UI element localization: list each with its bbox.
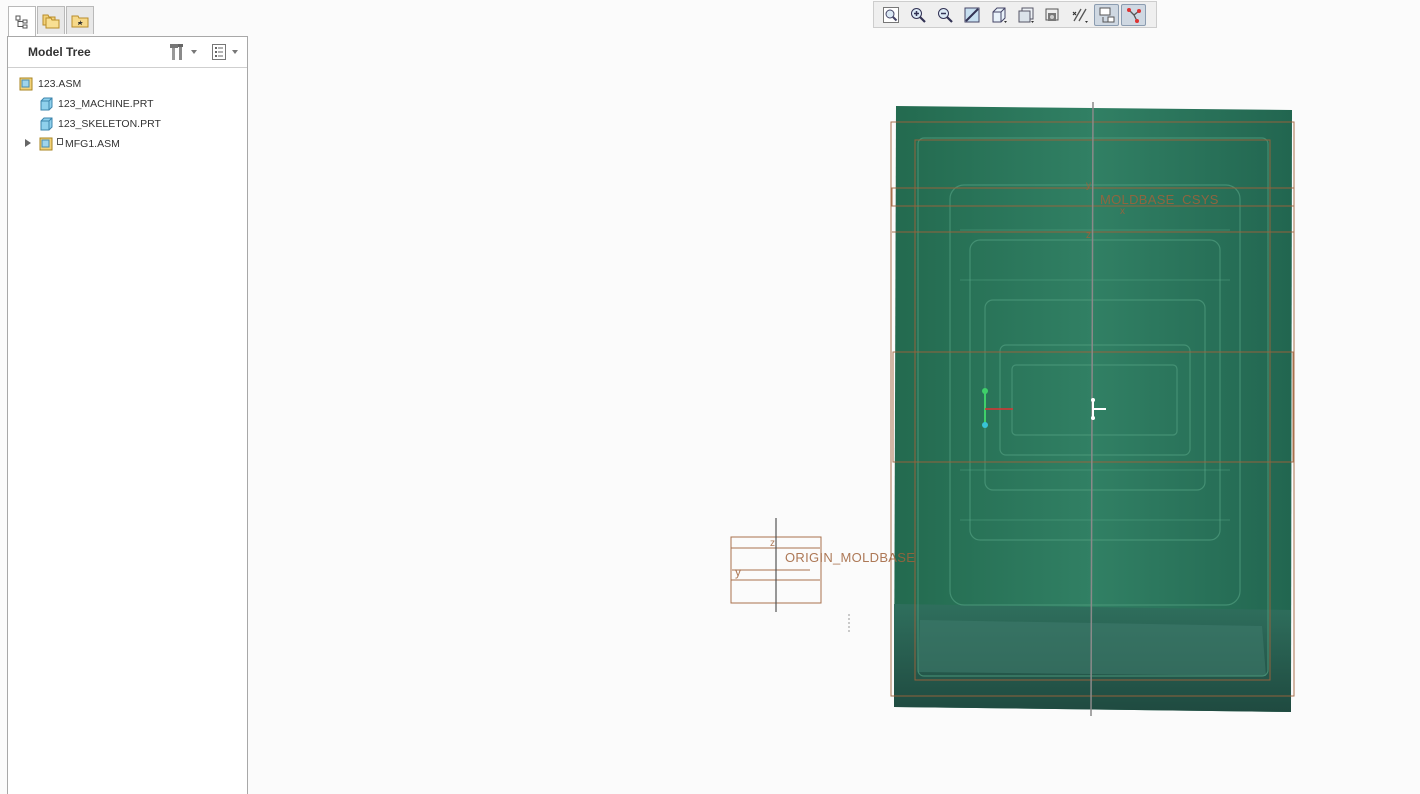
model-graphics bbox=[730, 101, 1295, 717]
repaint-icon bbox=[964, 7, 979, 22]
model-tree-header: Model Tree bbox=[8, 37, 247, 68]
assembly-icon bbox=[19, 77, 33, 91]
graphics-toolbar bbox=[873, 1, 1157, 28]
tree-item-label: 123.ASM bbox=[38, 78, 82, 90]
model-tree-tab[interactable] bbox=[8, 6, 36, 37]
annotation-display-icon bbox=[1126, 7, 1141, 23]
favorites-tab[interactable] bbox=[66, 6, 94, 34]
tree-item-123-machine-prt[interactable]: 123_MACHINE.PRT bbox=[8, 94, 247, 114]
csys-z-label: z bbox=[1086, 230, 1092, 241]
display-style-button[interactable] bbox=[1013, 4, 1038, 26]
chevron-down-icon bbox=[191, 50, 197, 54]
tree-settings-button[interactable] bbox=[168, 42, 197, 62]
expand-arrow-icon[interactable] bbox=[25, 139, 31, 147]
folder-browser-tab[interactable] bbox=[37, 6, 65, 34]
model-tree-title: Model Tree bbox=[28, 45, 91, 59]
spin-center-icon bbox=[1099, 7, 1114, 22]
spin-center-button[interactable] bbox=[1094, 3, 1119, 26]
hammer-tools-icon bbox=[170, 44, 183, 60]
chevron-down-icon bbox=[232, 50, 238, 54]
view-manager-icon bbox=[1045, 8, 1058, 21]
graphics-viewport[interactable]: MOLDBASE_CSYS x y z ORIGIN_MOLDBASE y z bbox=[250, 30, 1420, 794]
folders-icon bbox=[42, 14, 60, 28]
assembly-icon bbox=[39, 137, 53, 151]
zoom-out-button[interactable] bbox=[932, 4, 957, 26]
model-tree-panel: Model Tree 123.ASM 123_MACHINE.PRT 123_S… bbox=[7, 36, 248, 794]
tree-item-label: MFG1.ASM bbox=[65, 138, 120, 150]
display-style-icon bbox=[1018, 7, 1034, 23]
datum-display-icon bbox=[1072, 8, 1088, 23]
favorite-folder-icon bbox=[71, 15, 89, 27]
origin-y-label: y bbox=[735, 565, 742, 579]
origin-moldbase-label[interactable]: ORIGIN_MOLDBASE bbox=[785, 550, 915, 565]
origin-z-label: z bbox=[770, 538, 776, 549]
navigator-tabs bbox=[8, 6, 95, 37]
csys-x-label: x bbox=[1120, 206, 1126, 217]
zoom-out-icon bbox=[937, 7, 953, 23]
part-icon bbox=[40, 117, 53, 131]
navigator-panel: Model Tree 123.ASM 123_MACHINE.PRT 123_S… bbox=[0, 0, 249, 794]
saved-views-button[interactable] bbox=[986, 4, 1011, 26]
tree-item-label: 123_SKELETON.PRT bbox=[58, 118, 161, 130]
model-tree-list: 123.ASM 123_MACHINE.PRT 123_SKELETON.PRT bbox=[8, 68, 247, 154]
datum-display-button[interactable] bbox=[1067, 4, 1092, 26]
zoom-in-icon bbox=[910, 7, 926, 23]
tree-item-mfg1-asm[interactable]: MFG1.ASM bbox=[8, 134, 247, 154]
tree-item-123-asm[interactable]: 123.ASM bbox=[8, 74, 247, 94]
view-manager-button[interactable] bbox=[1040, 4, 1065, 26]
annotation-display-button[interactable] bbox=[1121, 3, 1146, 26]
repaint-button[interactable] bbox=[959, 4, 984, 26]
status-marker-icon bbox=[57, 138, 63, 145]
list-columns-icon bbox=[212, 44, 226, 60]
tree-item-123-skeleton-prt[interactable]: 123_SKELETON.PRT bbox=[8, 114, 247, 134]
refit-icon bbox=[882, 6, 899, 23]
part-icon bbox=[40, 97, 53, 111]
refit-button[interactable] bbox=[878, 4, 903, 26]
tree-icon bbox=[15, 15, 28, 29]
csys-y-label: y bbox=[1086, 180, 1092, 191]
moldbase-csys-label[interactable]: MOLDBASE_CSYS bbox=[1100, 192, 1219, 207]
tree-show-button[interactable] bbox=[211, 42, 238, 62]
zoom-in-button[interactable] bbox=[905, 4, 930, 26]
saved-views-icon bbox=[992, 7, 1007, 23]
tree-item-label: 123_MACHINE.PRT bbox=[58, 98, 154, 110]
